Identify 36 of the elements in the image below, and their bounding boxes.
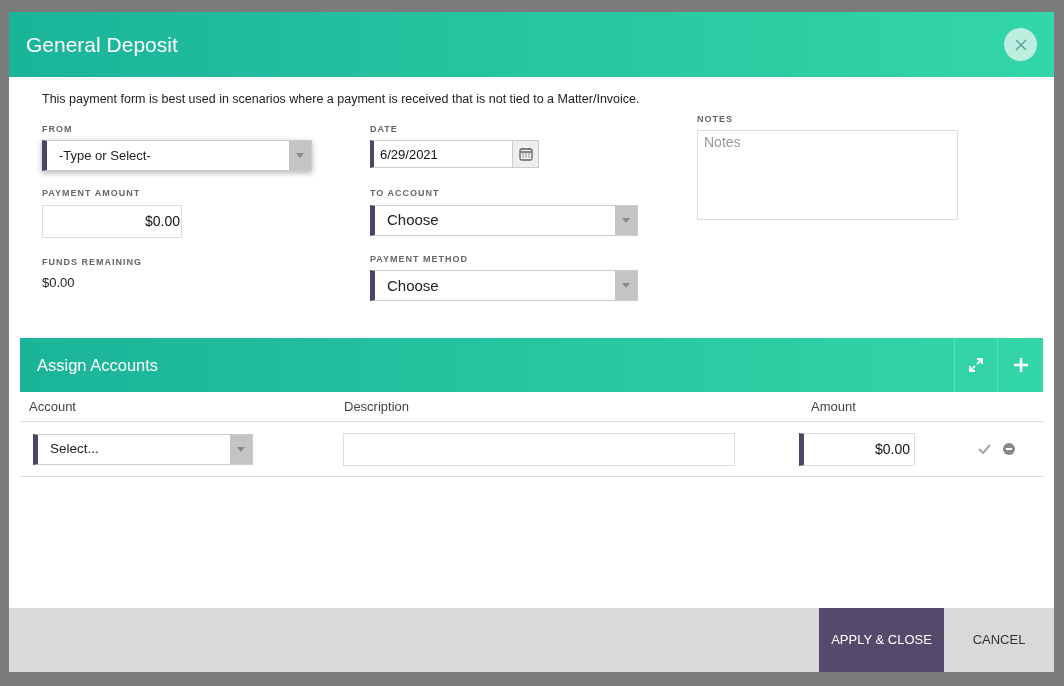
field-label: PAYMENT METHOD — [370, 252, 469, 266]
plus-icon — [1012, 357, 1029, 374]
field-label: DATE — [370, 122, 399, 136]
select-dropdown[interactable]: -Type or Select- — [42, 140, 312, 172]
field-label: NOTES — [697, 112, 734, 126]
section-title: Assign Accounts — [37, 354, 159, 376]
caret-icon — [622, 283, 630, 289]
cancel-button[interactable]: CANCEL — [944, 608, 1054, 672]
field-label: FROM — [42, 122, 74, 136]
column-header: Description — [344, 398, 411, 416]
dialog-title: General Deposit — [26, 31, 178, 58]
close-button[interactable] — [1004, 28, 1037, 61]
select-dropdown[interactable]: Select... — [33, 433, 253, 465]
apply-button[interactable]: APPLY & CLOSE — [819, 608, 944, 672]
intro-text: This payment form is best used in scenarios where a payment is received that is not tied to a Matter/Invoice. — [42, 91, 641, 108]
date-field[interactable]: 6/29/2021 — [370, 140, 539, 169]
caret-icon — [296, 153, 304, 159]
column-header: Amount — [811, 398, 856, 416]
select-dropdown[interactable]: Choose — [370, 270, 638, 302]
check-icon[interactable] — [978, 444, 991, 455]
expand-icon — [969, 358, 983, 373]
amount-field[interactable]: $0.00 — [799, 432, 915, 466]
caret-icon — [237, 446, 245, 452]
select-dropdown[interactable]: Choose — [370, 204, 638, 236]
field-label: FUNDS REMAINING — [42, 255, 143, 269]
notes-field[interactable]: Notes — [697, 130, 958, 221]
description-field[interactable] — [343, 432, 735, 466]
funds-remaining-value: $0.00 — [42, 274, 76, 293]
caret-icon — [622, 217, 630, 223]
remove-icon[interactable] — [1003, 443, 1015, 456]
column-header: Account — [29, 398, 77, 416]
field-label: PAYMENT AMOUNT — [42, 187, 142, 201]
field-label: TO ACCOUNT — [370, 187, 441, 201]
close-icon — [1014, 38, 1027, 51]
amount-field[interactable]: $0.00 — [42, 204, 182, 238]
calendar-icon — [518, 147, 533, 162]
